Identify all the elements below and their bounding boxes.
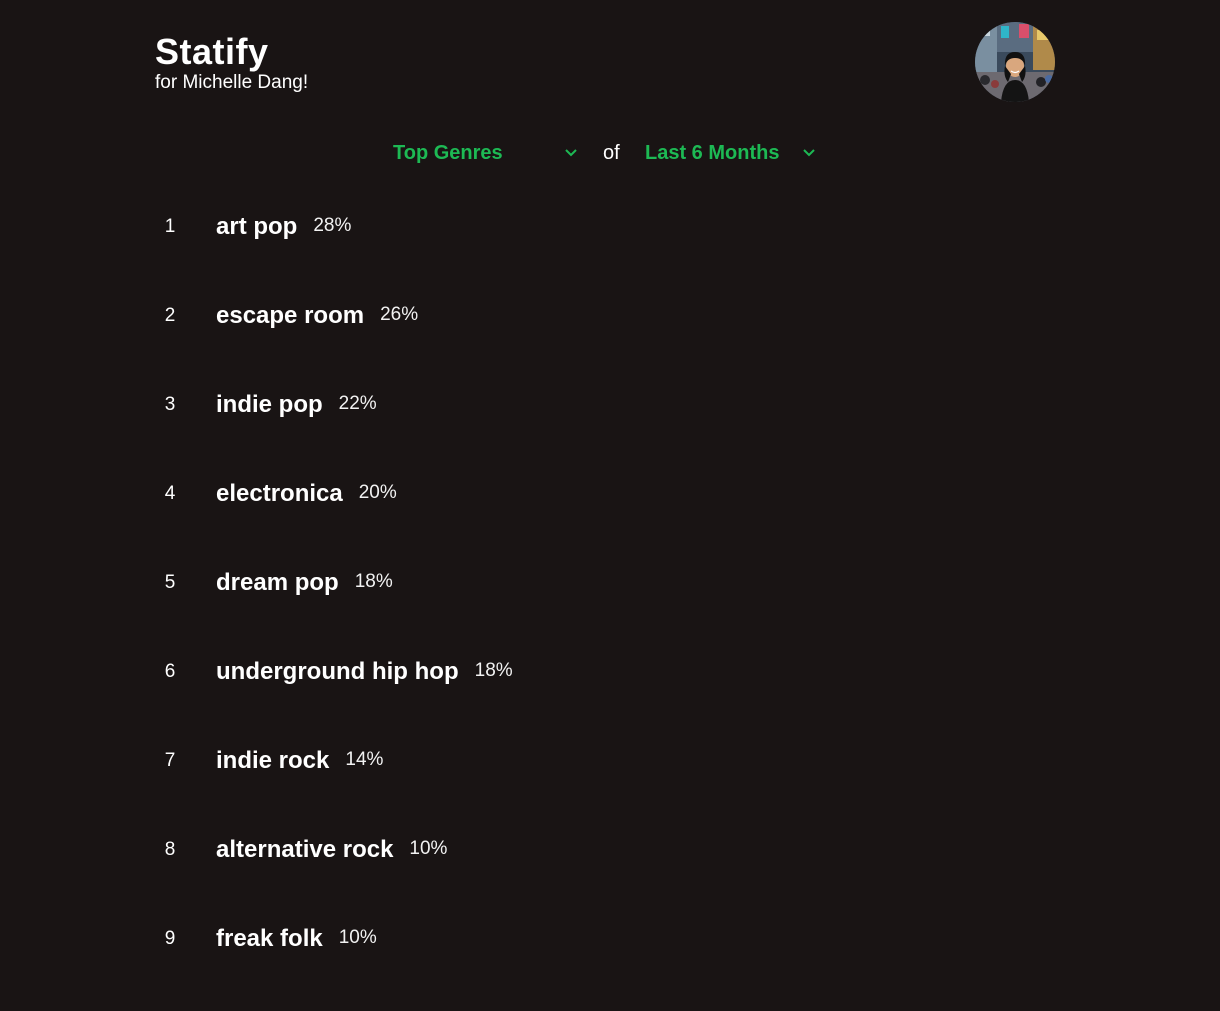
category-dropdown[interactable]: Top Genres: [393, 138, 583, 168]
genre-percent: 22%: [338, 393, 377, 414]
avatar[interactable]: [975, 22, 1055, 102]
genre-name: art pop: [216, 213, 298, 240]
genre-percent: 10%: [409, 838, 448, 859]
genre-name-wrap: freak folk 10%: [216, 924, 377, 956]
chevron-down-icon: [803, 138, 815, 168]
header: Statify for Michelle Dang!: [155, 30, 308, 94]
genre-name-wrap: indie rock 14%: [216, 746, 383, 778]
genre-percent: 26%: [380, 304, 419, 325]
genre-name-wrap: indie pop 22%: [216, 390, 377, 422]
genre-name-wrap: art pop 28%: [216, 212, 351, 244]
user-greeting: for Michelle Dang!: [155, 72, 309, 93]
genre-rank: 1: [164, 216, 176, 237]
genre-percent: 28%: [313, 215, 352, 236]
genre-rank: 5: [164, 572, 176, 593]
genre-name-wrap: alternative rock 10%: [216, 835, 447, 867]
genre-name: dream pop: [216, 569, 339, 596]
genre-name-wrap: dream pop 18%: [216, 568, 393, 600]
genre-rank: 6: [164, 661, 176, 682]
genre-name-wrap: electronica 20%: [216, 479, 397, 511]
genre-percent: 20%: [358, 482, 397, 503]
stats-selector-bar: Top Genres of Last 6 Months: [0, 138, 1220, 168]
genre-name: indie pop: [216, 391, 323, 418]
chevron-down-icon: [565, 138, 577, 168]
genre-name: indie rock: [216, 747, 330, 774]
genre-name: freak folk: [216, 925, 323, 952]
genre-rank: 8: [164, 839, 176, 860]
genre-rank: 7: [164, 750, 176, 771]
genre-rank: 2: [164, 305, 176, 326]
profile-photo-icon: [975, 22, 1055, 102]
app-title: Statify: [155, 31, 269, 72]
connector-label: of: [603, 142, 620, 164]
genre-rank: 4: [164, 483, 176, 504]
genre-percent: 10%: [338, 927, 377, 948]
genre-name-wrap: escape room 26%: [216, 301, 418, 333]
time-range-dropdown[interactable]: Last 6 Months: [645, 138, 825, 168]
genre-rank: 3: [164, 394, 176, 415]
genre-name: underground hip hop: [216, 658, 459, 685]
genre-name-wrap: underground hip hop 18%: [216, 657, 513, 689]
genre-percent: 14%: [345, 749, 384, 770]
genre-rank: 9: [164, 928, 176, 949]
genre-name: alternative rock: [216, 836, 394, 863]
genre-name: electronica: [216, 480, 343, 507]
genre-name: escape room: [216, 302, 365, 329]
genre-percent: 18%: [354, 571, 393, 592]
genre-percent: 18%: [474, 660, 513, 681]
time-range-dropdown-value: Last 6 Months: [645, 142, 780, 164]
category-dropdown-value: Top Genres: [393, 142, 503, 164]
